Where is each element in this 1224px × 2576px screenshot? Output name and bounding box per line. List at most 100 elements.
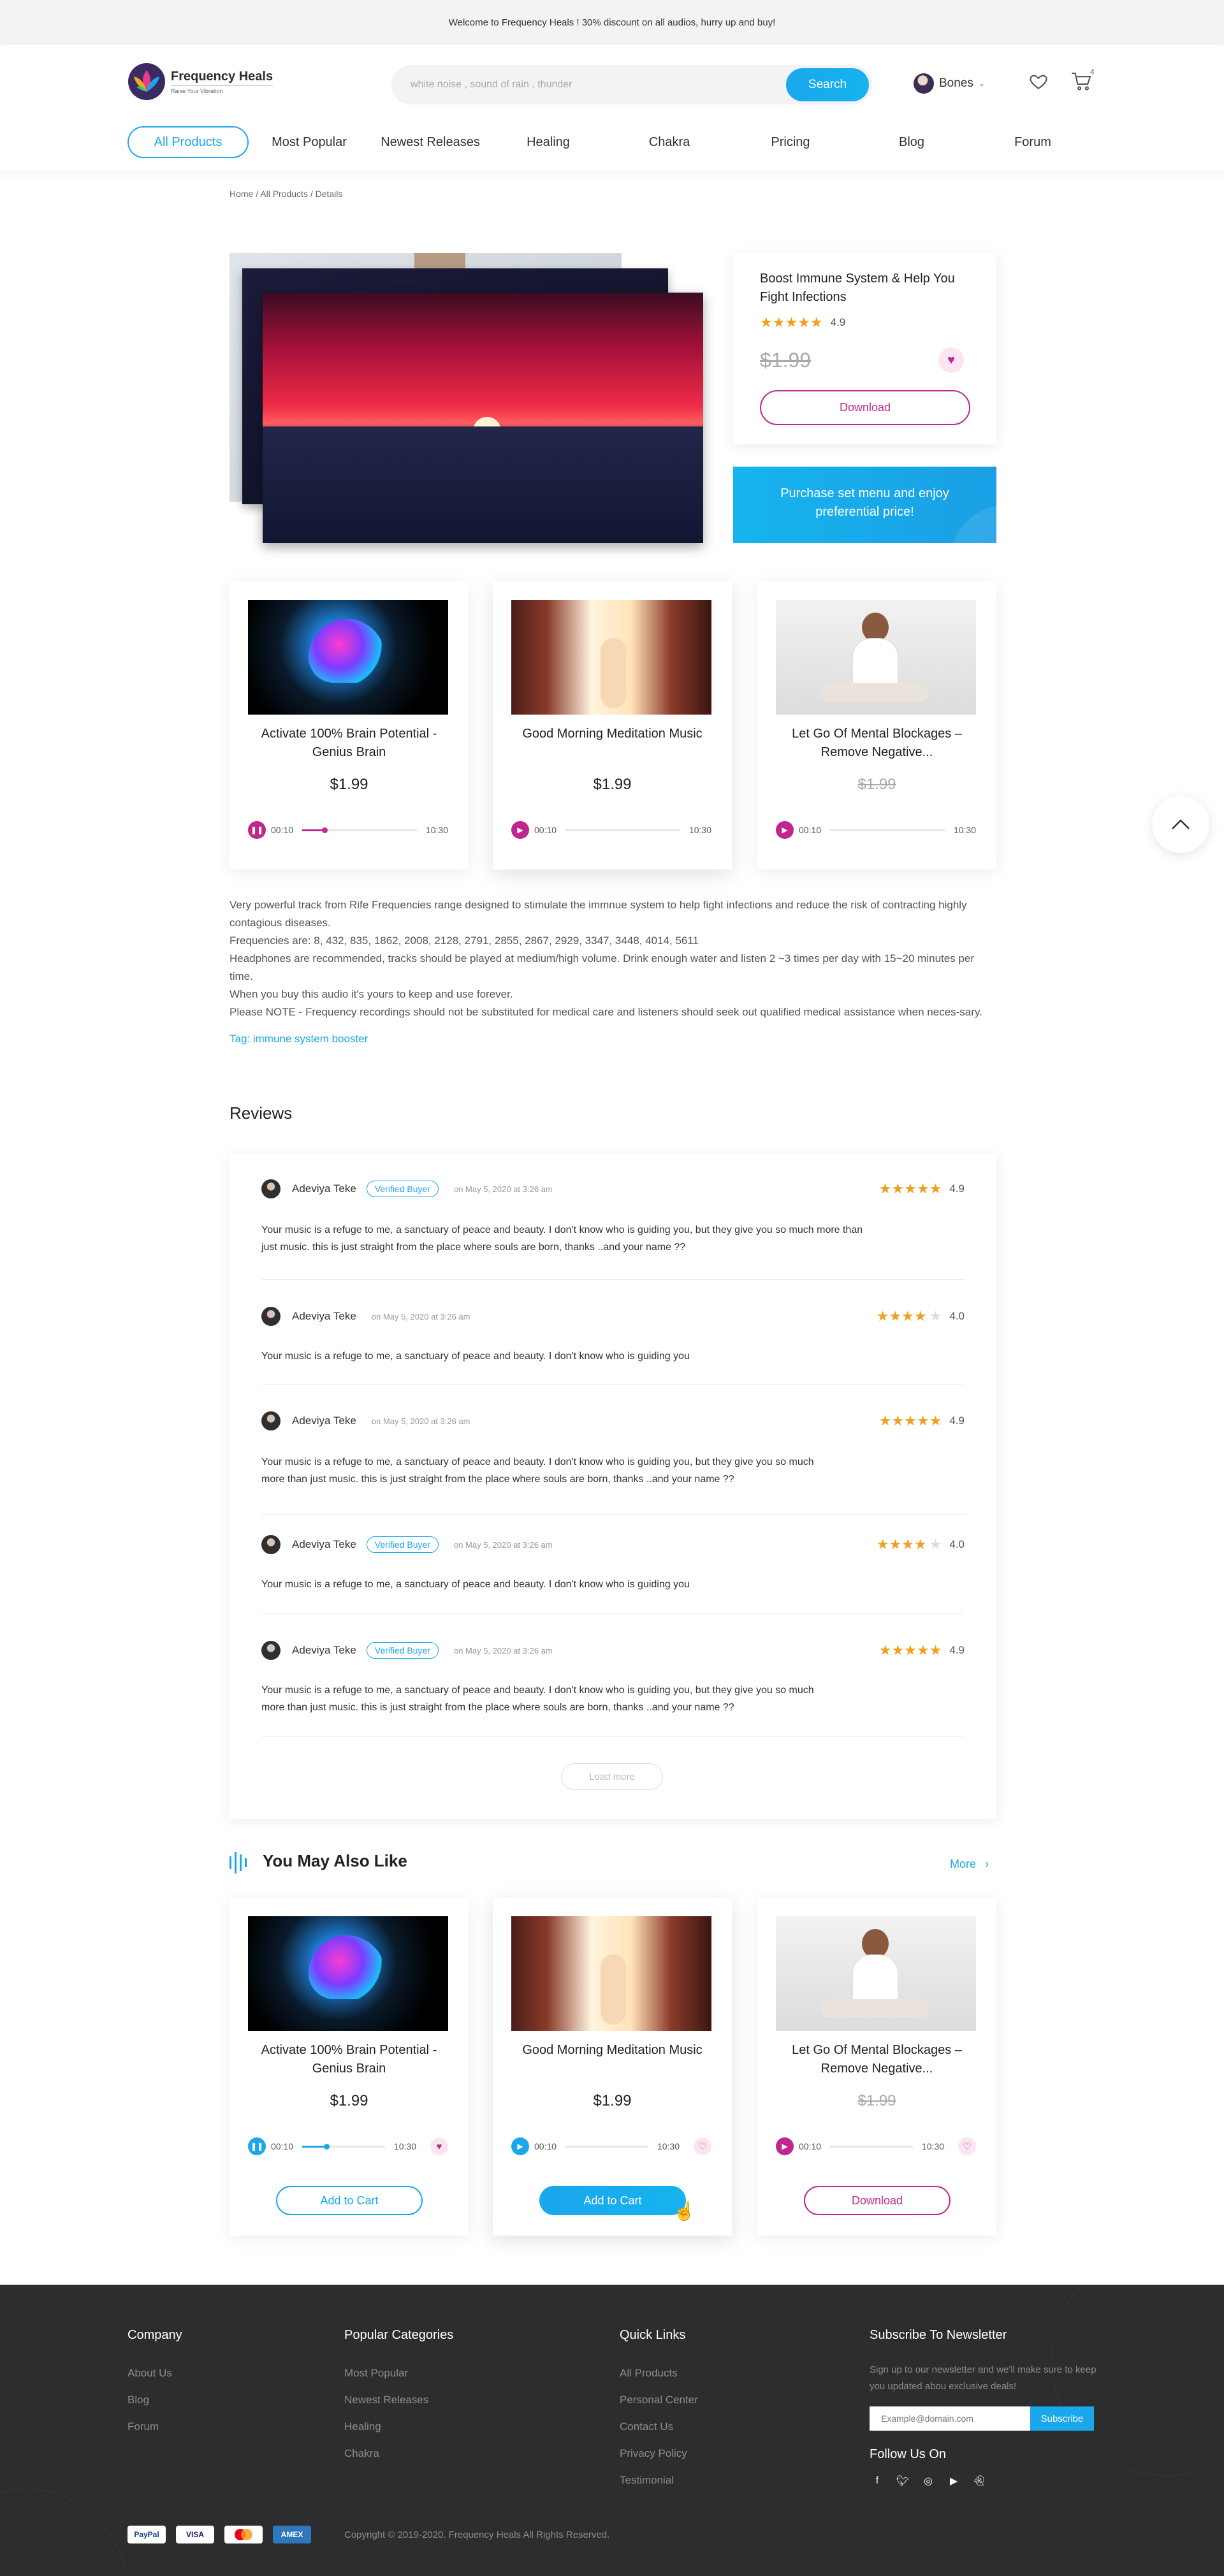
add-to-cart-button[interactable]: Add to Cart	[539, 2186, 686, 2215]
wishlist-heart-icon[interactable]	[1028, 71, 1049, 95]
description-line: Very powerful track from Rife Frequencie…	[229, 899, 967, 929]
meditation-image	[776, 1916, 976, 2031]
reviews-heading: Reviews	[229, 1103, 293, 1123]
recommend-card-brain[interactable]: Activate 100% Brain Potential - Genius B…	[229, 1898, 469, 2236]
youtube-icon[interactable]: ▶	[946, 2473, 961, 2489]
progress-knob[interactable]	[322, 827, 328, 833]
review-date: on May 5, 2020 at 3:26 am	[453, 1645, 553, 1655]
hand-cursor-icon: ☝	[673, 2201, 696, 2221]
nav-all-products[interactable]: All Products	[127, 126, 249, 158]
review-date: on May 5, 2020 at 3:26 am	[371, 1416, 470, 1426]
progress-track[interactable]	[302, 2143, 385, 2150]
user-menu[interactable]: Bones ⌄	[914, 73, 985, 94]
recommend-card-blockages[interactable]: Let Go Of Mental Blockages – Remove Nega…	[757, 1898, 996, 2236]
footer-link[interactable]: Privacy Policy	[620, 2447, 698, 2460]
instagram-icon[interactable]: ◎	[921, 2473, 936, 2489]
download-button[interactable]: Download	[804, 2186, 951, 2215]
brand-name: Frequency Heals	[171, 69, 273, 84]
facebook-icon[interactable]: f	[870, 2473, 885, 2489]
footer-link[interactable]: Most Popular	[344, 2367, 453, 2380]
play-icon[interactable]: ▶	[776, 2137, 794, 2155]
progress-fill	[302, 827, 328, 833]
footer-link[interactable]: All Products	[620, 2367, 698, 2380]
copyright: Copyright © 2019-2020. Frequency Heals A…	[344, 2529, 610, 2540]
track-title: Good Morning Meditation Music	[522, 2043, 703, 2057]
brand-logo[interactable]: Frequency Heals Raise Your Vibration	[127, 62, 273, 101]
progress-track[interactable]	[302, 827, 417, 833]
heart-outline-icon[interactable]: ♡	[958, 2137, 976, 2155]
reviewer-name: Adeviya Teke	[292, 1644, 356, 1656]
review-item: Adeviya Teke on May 5, 2020 at 3:26 am ★…	[261, 1411, 965, 1515]
search-input[interactable]	[391, 79, 786, 91]
nav-blog[interactable]: Blog	[880, 126, 943, 158]
progress-track[interactable]	[565, 2145, 648, 2148]
play-icon[interactable]: ▶	[511, 2137, 529, 2155]
search-button[interactable]: Search	[786, 68, 869, 101]
paypal-icon: PayPal	[127, 2526, 166, 2543]
add-to-cart-button[interactable]: Add to Cart	[276, 2186, 423, 2215]
more-link[interactable]: More ›	[950, 1858, 989, 1871]
track-card-blockages[interactable]: Let Go Of Mental Blockages – Remove Nega…	[757, 581, 996, 870]
star-rating-icon: ★★★★★	[760, 314, 823, 330]
favorite-heart-icon[interactable]: ♥	[938, 347, 964, 373]
nav-newest-releases[interactable]: Newest Releases	[376, 126, 484, 158]
progress-track[interactable]	[830, 2145, 913, 2148]
footer-link[interactable]: Blog	[127, 2394, 182, 2406]
review-date: on May 5, 2020 at 3:26 am	[453, 1539, 553, 1550]
progress-track[interactable]	[565, 829, 680, 831]
chevron-down-icon: ⌄	[978, 79, 985, 88]
footer-link[interactable]: About Us	[127, 2367, 182, 2380]
recommend-card-morning[interactable]: Good Morning Meditation Music $1.99 ▶ 00…	[493, 1898, 732, 2236]
play-icon[interactable]: ▶	[511, 821, 529, 839]
footer-link[interactable]: Testimonial	[620, 2474, 698, 2487]
load-more-button[interactable]: Load more	[561, 1763, 663, 1790]
product-tag[interactable]: Tag: immune system booster	[229, 1030, 996, 1048]
footer-link[interactable]: Contact Us	[620, 2420, 698, 2433]
gallery-main-image[interactable]	[263, 293, 703, 543]
brain-image	[248, 600, 448, 715]
footer-link[interactable]: Chakra	[344, 2447, 453, 2460]
pause-icon[interactable]: ❚❚	[248, 2137, 266, 2155]
review-item: Adeviya Teke on May 5, 2020 at 3:26 am ★…	[261, 1307, 965, 1385]
review-rating: 4.9	[949, 1415, 965, 1427]
nav-forum[interactable]: Forum	[1001, 126, 1065, 158]
promo-banner[interactable]: Purchase set menu and enjoy preferential…	[733, 467, 996, 543]
morning-image	[511, 600, 711, 715]
chevron-up-icon	[1172, 819, 1190, 829]
newsletter-email-input[interactable]	[870, 2406, 1030, 2431]
back-to-top-button[interactable]	[1152, 796, 1209, 853]
footer-link[interactable]: Forum	[127, 2420, 182, 2433]
progress-track[interactable]	[830, 829, 945, 831]
pause-icon[interactable]: ❚❚	[248, 821, 266, 839]
star-rating-icon: ★★★★★	[878, 1413, 942, 1429]
footer-link[interactable]: Healing	[344, 2420, 453, 2433]
footer-link[interactable]: Newest Releases	[344, 2394, 453, 2406]
payment-methods: PayPal VISA AMEX	[127, 2526, 311, 2543]
twitter-icon[interactable]: 🐦︎	[895, 2473, 910, 2489]
play-icon[interactable]: ▶	[776, 821, 794, 839]
footer-link[interactable]: Personal Center	[620, 2394, 698, 2406]
download-button[interactable]: Download	[760, 390, 970, 425]
review-rating: 4.0	[949, 1538, 965, 1550]
nav-pricing[interactable]: Pricing	[759, 126, 822, 158]
track-price: $1.99	[330, 2092, 368, 2109]
heart-filled-icon[interactable]: ♥	[430, 2137, 448, 2155]
brain-image	[248, 1916, 448, 2031]
nav-most-popular[interactable]: Most Popular	[268, 126, 351, 158]
progress-knob[interactable]	[324, 2143, 330, 2150]
track-card-brain[interactable]: Activate 100% Brain Potential - Genius B…	[229, 581, 469, 870]
snapchat-icon[interactable]: 👻︎	[972, 2473, 987, 2489]
nav-healing[interactable]: Healing	[516, 126, 580, 158]
breadcrumb[interactable]: Home / All Products / Details	[229, 189, 342, 199]
current-time: 00:10	[534, 825, 557, 835]
subscribe-button[interactable]: Subscribe	[1030, 2406, 1094, 2431]
heart-outline-icon[interactable]: ♡	[694, 2137, 711, 2155]
reviewer-name: Adeviya Teke	[292, 1182, 356, 1195]
track-card-morning[interactable]: Good Morning Meditation Music $1.99 ▶ 00…	[493, 581, 732, 870]
site-header: Frequency Heals Raise Your Vibration Sea…	[0, 45, 1224, 172]
review-date: on May 5, 2020 at 3:26 am	[371, 1311, 470, 1321]
lotus-logo-icon	[127, 62, 166, 101]
progress-fill	[302, 2143, 330, 2150]
nav-chakra[interactable]: Chakra	[638, 126, 701, 158]
cart-icon[interactable]	[1071, 71, 1093, 95]
